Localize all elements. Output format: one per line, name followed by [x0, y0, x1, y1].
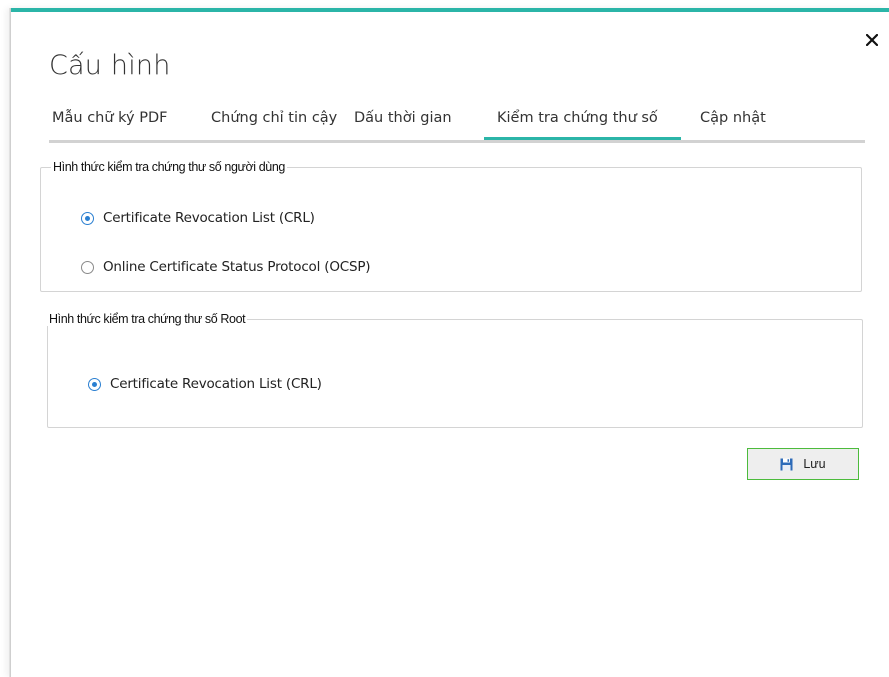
user-ocsp-label: Online Certificate Status Protocol (OCSP… — [103, 259, 371, 275]
tab-pdf-signature-template[interactable]: Mẫu chữ ký PDF — [52, 110, 167, 126]
save-icon — [780, 458, 793, 471]
tab-bar: Mẫu chữ ký PDF Chứng chỉ tin cậy Dấu thờ… — [49, 104, 865, 143]
user-cert-check-legend: Hình thức kiểm tra chứng thư số người dù… — [53, 160, 285, 174]
user-crl-option[interactable]: Certificate Revocation List (CRL) — [81, 210, 315, 226]
root-cert-check-group: Hình thức kiểm tra chứng thư số Root Cer… — [47, 312, 863, 428]
user-crl-radio[interactable] — [81, 211, 94, 225]
accent-bar — [11, 8, 889, 12]
tab-update[interactable]: Cập nhật — [700, 110, 766, 126]
user-ocsp-radio[interactable] — [81, 260, 94, 274]
active-tab-indicator — [484, 137, 681, 140]
save-button-label: Lưu — [803, 457, 826, 471]
tab-certificate-check[interactable]: Kiểm tra chứng thư số — [497, 110, 658, 126]
root-cert-check-legend: Hình thức kiểm tra chứng thư số Root — [49, 312, 246, 326]
user-cert-check-group: Hình thức kiểm tra chứng thư số người dù… — [40, 160, 862, 292]
close-icon — [866, 34, 878, 46]
tab-timestamp[interactable]: Dấu thời gian — [354, 110, 452, 126]
root-crl-option[interactable]: Certificate Revocation List (CRL) — [88, 376, 322, 392]
user-ocsp-option[interactable]: Online Certificate Status Protocol (OCSP… — [81, 259, 371, 275]
dialog-title: Cấu hình — [49, 50, 171, 81]
tab-trusted-certificates[interactable]: Chứng chỉ tin cậy — [211, 110, 337, 126]
root-crl-label: Certificate Revocation List (CRL) — [110, 376, 322, 392]
save-button[interactable]: Lưu — [747, 448, 859, 480]
user-crl-label: Certificate Revocation List (CRL) — [103, 210, 315, 226]
close-button[interactable] — [860, 28, 884, 52]
root-crl-radio[interactable] — [88, 377, 101, 391]
settings-dialog: Cấu hình Mẫu chữ ký PDF Chứng chỉ tin cậ… — [10, 8, 889, 677]
